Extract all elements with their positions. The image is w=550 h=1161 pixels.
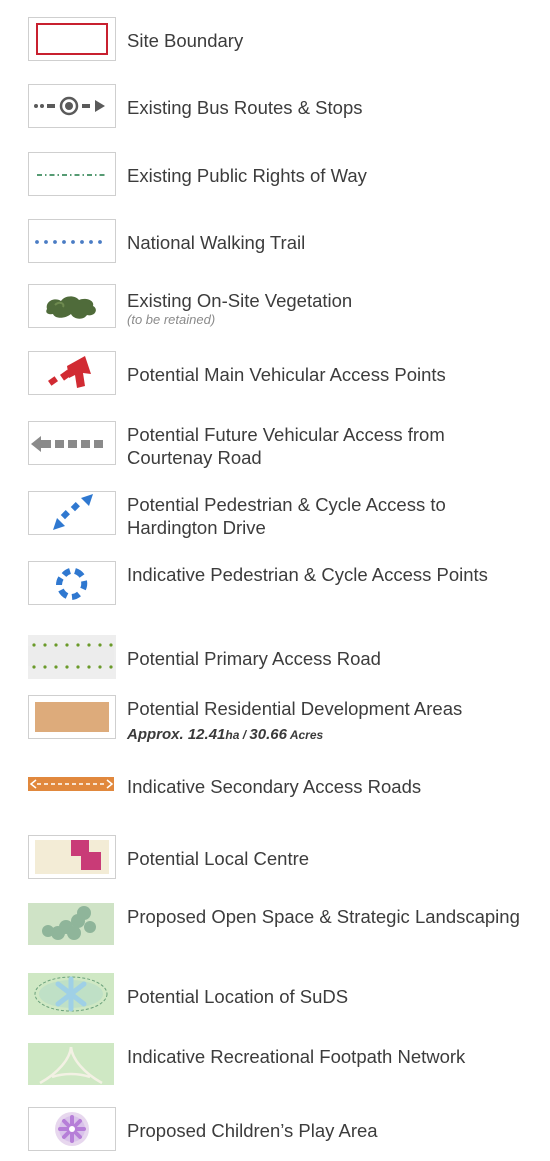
local-centre-icon: [28, 835, 116, 879]
play-area-icon: [28, 1107, 116, 1151]
legend: Site Boundary Existing Bus Routes & Stop…: [0, 0, 550, 1161]
walking-trail-icon: [28, 219, 116, 263]
rights-of-way-icon: [28, 152, 116, 196]
access-points-ring-icon: [28, 561, 116, 605]
legend-label: Existing Bus Routes & Stops: [127, 97, 363, 118]
site-boundary-icon: [28, 17, 116, 61]
pedestrian-access-arrow-icon: [28, 491, 116, 535]
area-acres-unit: Acres: [286, 728, 324, 742]
legend-label: National Walking Trail: [127, 232, 306, 253]
legend-label: Potential Residential Development Areas: [127, 698, 463, 719]
open-space-icon: [28, 903, 116, 947]
legend-label: Potential Future Vehicular Access from C…: [127, 424, 445, 468]
legend-label: Potential Pedestrian & Cycle Access to H…: [127, 494, 446, 538]
legend-label: Site Boundary: [127, 30, 244, 51]
legend-label: Proposed Children’s Play Area: [127, 1120, 378, 1141]
suds-icon: [28, 973, 116, 1017]
legend-label: Existing Public Rights of Way: [127, 165, 367, 186]
future-access-arrow-icon: [28, 421, 116, 465]
primary-road-icon: [28, 635, 116, 679]
area-note: Approx. 12.41ha / 30.66 Acres: [127, 726, 323, 743]
legend-note: (to be retained): [127, 312, 216, 327]
main-access-arrow-icon: [28, 351, 116, 395]
legend-label: Proposed Open Space & Strategic Landscap…: [127, 906, 520, 927]
legend-label: Potential Primary Access Road: [127, 648, 381, 669]
footpath-network-icon: [28, 1043, 116, 1087]
bus-route-icon: [28, 84, 116, 128]
residential-area-icon: [28, 695, 116, 739]
legend-label: Indicative Secondary Access Roads: [127, 776, 422, 797]
area-ha-unit: ha /: [225, 728, 250, 742]
legend-label: Existing On-Site Vegetation: [127, 290, 353, 311]
secondary-road-icon: [28, 763, 116, 807]
vegetation-icon: [28, 284, 116, 328]
legend-label: Potential Main Vehicular Access Points: [127, 364, 446, 385]
legend-label: Indicative Recreational Footpath Network: [127, 1046, 466, 1067]
area-ha-value: 12.41: [187, 726, 226, 743]
legend-label: Potential Location of SuDS: [127, 986, 349, 1007]
legend-label: Indicative Pedestrian & Cycle Access Poi…: [127, 564, 488, 585]
legend-label: Potential Local Centre: [127, 848, 310, 869]
area-acres-value: 30.66: [249, 726, 287, 743]
area-prefix: Approx.: [127, 726, 188, 743]
